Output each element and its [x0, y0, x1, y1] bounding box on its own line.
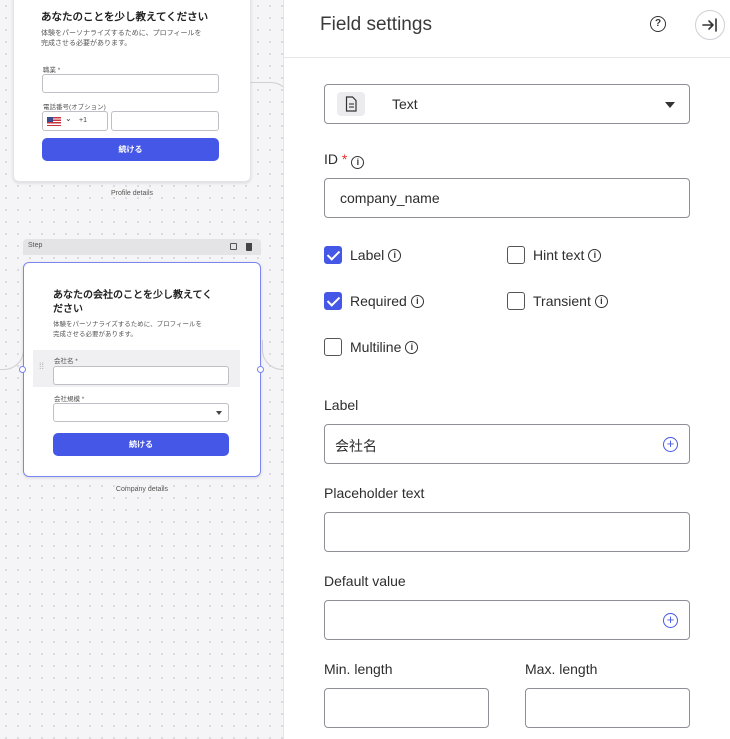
field-type-value: Text [392, 96, 418, 112]
flow-canvas[interactable]: あなたのことを少し教えてください 体験をパーソナライズするために、プロフィールを… [0, 0, 283, 739]
placeholder-label: Placeholder text [324, 485, 425, 501]
collapse-panel-button[interactable] [695, 10, 725, 40]
min-length-input[interactable] [324, 688, 489, 728]
profile-details-card[interactable]: あなたのことを少し教えてください 体験をパーソナライズするために、プロフィールを… [13, 0, 251, 182]
company-name-input[interactable] [53, 366, 229, 385]
min-length-label: Min. length [324, 661, 393, 677]
field-settings-panel: Field settings ? Text ID * i company_name… [283, 0, 730, 739]
country-code-select[interactable]: ⌄ +1 [42, 111, 108, 131]
card-title: あなたのことを少し教えてください [41, 11, 209, 23]
required-checkbox[interactable] [324, 292, 342, 310]
default-value-input[interactable]: + [324, 600, 690, 640]
company-size-select[interactable] [53, 403, 229, 422]
info-icon[interactable]: i [410, 294, 424, 308]
continue-button[interactable]: 続ける [53, 433, 229, 456]
help-icon[interactable]: ? [650, 16, 666, 32]
company-name-label: 会社名 * [54, 358, 78, 365]
multiline-checkbox-text: Multiline [350, 339, 402, 355]
company-size-label: 会社規模 * [54, 396, 85, 403]
hint-text-checkbox-text: Hint text [533, 247, 585, 263]
transient-checkbox-text: Transient [533, 293, 591, 309]
info-icon[interactable]: i [388, 248, 402, 262]
card-caption: Company details [115, 486, 169, 493]
panel-header: Field settings ? [284, 0, 730, 58]
label-value: 会社名 [335, 438, 377, 454]
hint-text-checkbox-row[interactable]: Hint text i [507, 246, 602, 264]
card-title: あなたの会社のことを少し教えてく ださい [53, 290, 213, 315]
multiline-checkbox-row[interactable]: Multiline i [324, 338, 419, 356]
label-field-label: Label [324, 397, 359, 413]
transient-checkbox[interactable] [507, 292, 525, 310]
label-checkbox-text: Label [350, 247, 385, 263]
connector-line [0, 330, 24, 370]
phone-input[interactable] [111, 111, 219, 131]
id-value: company_name [340, 190, 440, 206]
card-description: 体験をパーソナライズするために、プロフィールを 完成させる必要があります。 [41, 30, 202, 47]
step-label: Step [28, 242, 43, 249]
connection-handle-left[interactable] [19, 366, 26, 373]
info-icon[interactable]: i [405, 340, 419, 354]
max-length-input[interactable] [525, 688, 690, 728]
dropdown-arrow-icon [665, 102, 675, 108]
card-description: 体験をパーソナライズするために、プロフィールを 完成させる必要があります。 [53, 321, 202, 338]
required-checkbox-row[interactable]: Required i [324, 292, 424, 310]
arrow-right-to-line-icon [702, 18, 717, 32]
info-icon[interactable]: i [594, 294, 608, 308]
transient-checkbox-row[interactable]: Transient i [507, 292, 608, 310]
label-checkbox[interactable] [324, 246, 342, 264]
step-header[interactable]: Step [23, 239, 261, 255]
default-value-label: Default value [324, 573, 406, 589]
panel-title: Field settings [320, 14, 432, 35]
label-checkbox-row[interactable]: Label i [324, 246, 402, 264]
occupation-input[interactable] [42, 74, 219, 93]
id-label: ID * i [324, 151, 365, 169]
trash-icon[interactable] [246, 243, 252, 251]
add-translation-icon[interactable]: + [663, 437, 678, 452]
multiline-checkbox[interactable] [324, 338, 342, 356]
required-checkbox-text: Required [350, 293, 407, 309]
required-asterisk: * [341, 151, 348, 167]
connection-handle-right[interactable] [257, 366, 264, 373]
occupation-label: 職業 * [43, 67, 61, 74]
dropdown-arrow-icon [216, 411, 222, 415]
connector-line [251, 82, 283, 122]
us-flag-icon [47, 117, 61, 126]
continue-button[interactable]: 続ける [42, 138, 219, 161]
hint-text-checkbox[interactable] [507, 246, 525, 264]
id-input[interactable]: company_name [324, 178, 690, 218]
drag-handle-icon[interactable]: ⁞⁞ [39, 362, 44, 371]
phone-label: 電話番号(オプション) [43, 104, 106, 111]
document-icon [337, 92, 365, 116]
add-translation-icon[interactable]: + [663, 613, 678, 628]
info-icon[interactable]: i [588, 248, 602, 262]
chevron-down-icon: ⌄ [65, 114, 72, 123]
label-input[interactable]: 会社名 + [324, 424, 690, 464]
connector-line [262, 340, 283, 370]
field-type-select[interactable]: Text [324, 84, 690, 124]
card-caption: Profile details [110, 190, 154, 197]
placeholder-input[interactable] [324, 512, 690, 552]
duplicate-icon[interactable] [230, 243, 237, 250]
max-length-label: Max. length [525, 661, 598, 677]
info-icon[interactable]: i [351, 156, 365, 169]
phone-code: +1 [79, 117, 87, 124]
